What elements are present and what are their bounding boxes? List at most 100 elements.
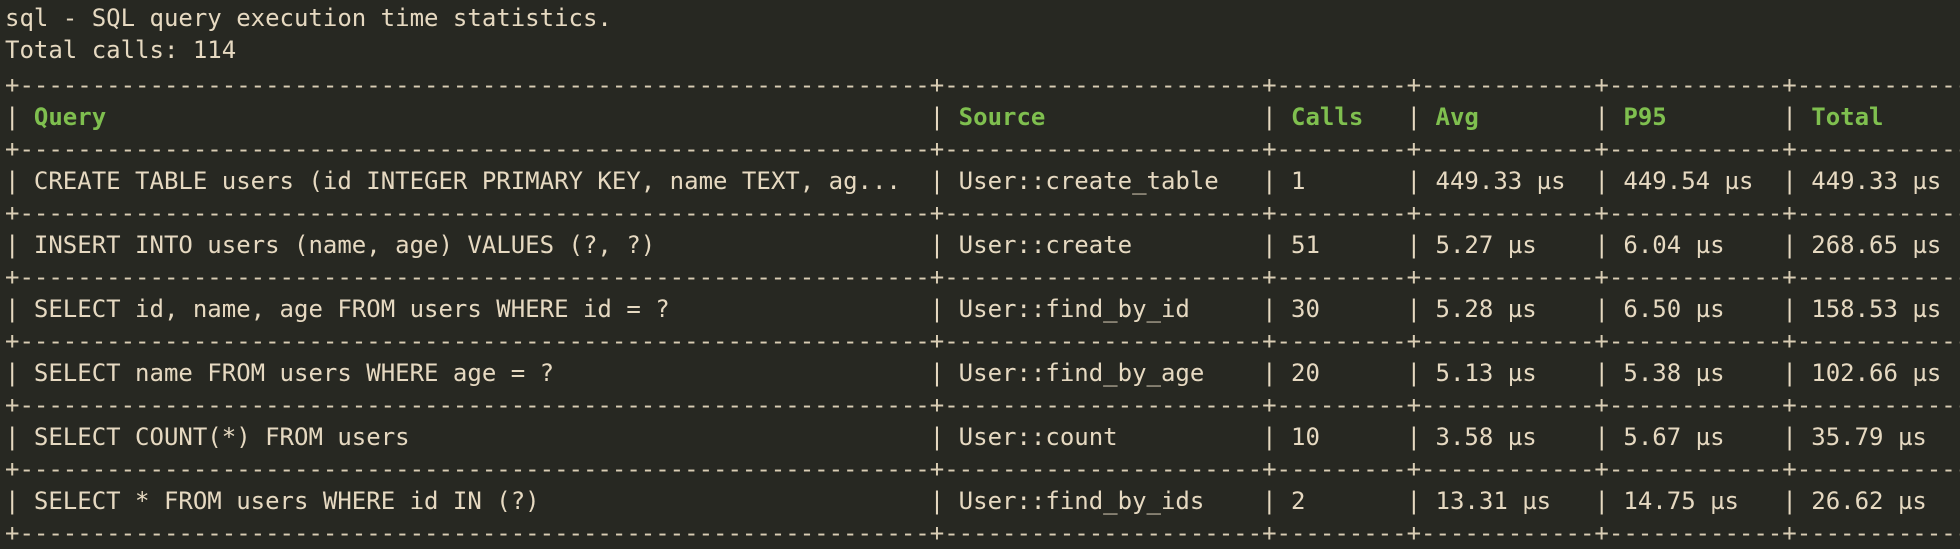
table-cell: 268.65 µs bbox=[1811, 231, 1956, 259]
column-header: Source bbox=[958, 103, 1248, 131]
table-cell: 14.75 µs bbox=[1623, 487, 1768, 515]
column-divider: | bbox=[1262, 423, 1292, 451]
table-cell: 5.67 µs bbox=[1623, 423, 1768, 451]
table-cell: 6.04 µs bbox=[1623, 231, 1768, 259]
table-cell: 35.79 µs bbox=[1811, 423, 1956, 451]
table-cell: 2 bbox=[1291, 487, 1393, 515]
table-cell: 13.31 µs bbox=[1435, 487, 1581, 515]
column-header: Total bbox=[1811, 103, 1956, 131]
column-divider: | bbox=[1594, 231, 1624, 259]
table-separator: +---------------------------------------… bbox=[5, 71, 1960, 99]
table-row: | SELECT id, name, age FROM users WHERE … bbox=[5, 293, 1960, 325]
table-row: | INSERT INTO users (name, age) VALUES (… bbox=[5, 229, 1960, 261]
column-divider: | bbox=[1594, 359, 1624, 387]
table-row: | SELECT COUNT(*) FROM users | User::cou… bbox=[5, 421, 1960, 453]
column-divider: | bbox=[1782, 359, 1812, 387]
table-cell: INSERT INTO users (name, age) VALUES (?,… bbox=[33, 231, 916, 259]
column-divider: | bbox=[1262, 231, 1292, 259]
table-cell: 51 bbox=[1291, 231, 1393, 259]
column-divider: | bbox=[1594, 487, 1624, 515]
column-divider: | bbox=[1262, 167, 1292, 195]
table-cell: 6.50 µs bbox=[1623, 295, 1768, 323]
column-divider: | bbox=[5, 103, 34, 131]
column-divider: | bbox=[1594, 423, 1624, 451]
table-cell: User::create_table bbox=[958, 167, 1248, 195]
table-header-row: | Query | Source | Calls | Avg | P95 | T… bbox=[5, 101, 1960, 133]
column-divider: | bbox=[1782, 295, 1812, 323]
column-divider: | bbox=[5, 231, 34, 259]
table-cell: 449.54 µs bbox=[1623, 167, 1768, 195]
table-cell: 5.38 µs bbox=[1623, 359, 1768, 387]
column-divider: | bbox=[5, 487, 34, 515]
column-divider: | bbox=[1782, 487, 1812, 515]
table-cell: 20 bbox=[1291, 359, 1393, 387]
table-separator: +---------------------------------------… bbox=[5, 455, 1960, 483]
table-cell: SELECT name FROM users WHERE age = ? bbox=[33, 359, 916, 387]
column-divider: | bbox=[5, 423, 34, 451]
table-cell: 1 bbox=[1291, 167, 1393, 195]
column-divider: | bbox=[1782, 167, 1812, 195]
table-row: | SELECT * FROM users WHERE id IN (?) | … bbox=[5, 485, 1960, 517]
column-divider: | bbox=[1262, 295, 1292, 323]
column-divider: | bbox=[5, 295, 34, 323]
column-divider: | bbox=[929, 359, 959, 387]
column-divider: | bbox=[1262, 103, 1292, 131]
column-divider: | bbox=[1406, 167, 1436, 195]
table-cell: SELECT COUNT(*) FROM users bbox=[33, 423, 916, 451]
table-separator: +---------------------------------------… bbox=[5, 391, 1960, 419]
table-cell: 30 bbox=[1291, 295, 1393, 323]
column-divider: | bbox=[929, 423, 959, 451]
table-cell: User::find_by_id bbox=[958, 295, 1248, 323]
table-cell: 5.27 µs bbox=[1435, 231, 1581, 259]
column-divider: | bbox=[1406, 231, 1436, 259]
column-header: Avg bbox=[1435, 103, 1581, 131]
column-divider: | bbox=[929, 167, 959, 195]
column-divider: | bbox=[5, 359, 34, 387]
table-cell: SELECT id, name, age FROM users WHERE id… bbox=[33, 295, 916, 323]
table-cell: 102.66 µs bbox=[1811, 359, 1956, 387]
column-divider: | bbox=[1406, 295, 1436, 323]
total-calls: Total calls: 114 bbox=[5, 36, 237, 64]
table-separator: +---------------------------------------… bbox=[5, 519, 1960, 547]
column-divider: | bbox=[929, 295, 959, 323]
table-cell: 5.13 µs bbox=[1435, 359, 1581, 387]
terminal-window: sql - SQL query execution time statistic… bbox=[0, 0, 1960, 547]
column-divider: | bbox=[1782, 103, 1812, 131]
table-cell: 449.33 µs bbox=[1811, 167, 1956, 195]
table-separator: +---------------------------------------… bbox=[5, 135, 1960, 163]
table-cell: User::find_by_ids bbox=[958, 487, 1248, 515]
stats-table: +---------------------------------------… bbox=[5, 69, 1960, 549]
column-divider: | bbox=[1406, 103, 1436, 131]
table-separator: +---------------------------------------… bbox=[5, 263, 1960, 291]
table-cell: 158.53 µs bbox=[1811, 295, 1956, 323]
column-divider: | bbox=[5, 167, 34, 195]
column-divider: | bbox=[1406, 487, 1436, 515]
column-divider: | bbox=[1406, 359, 1436, 387]
table-row: | CREATE TABLE users (id INTEGER PRIMARY… bbox=[5, 165, 1960, 197]
column-divider: | bbox=[1262, 487, 1292, 515]
column-divider: | bbox=[929, 103, 959, 131]
report-title: sql - SQL query execution time statistic… bbox=[5, 4, 612, 32]
column-divider: | bbox=[1406, 423, 1436, 451]
column-header: Query bbox=[33, 103, 916, 131]
table-cell: User::count bbox=[958, 423, 1248, 451]
column-divider: | bbox=[1594, 295, 1624, 323]
table-cell: CREATE TABLE users (id INTEGER PRIMARY K… bbox=[33, 167, 916, 195]
column-divider: | bbox=[929, 231, 959, 259]
column-divider: | bbox=[1782, 231, 1812, 259]
table-separator: +---------------------------------------… bbox=[5, 327, 1960, 355]
table-cell: 3.58 µs bbox=[1435, 423, 1581, 451]
table-separator: +---------------------------------------… bbox=[5, 199, 1960, 227]
column-divider: | bbox=[1594, 103, 1624, 131]
table-cell: 26.62 µs bbox=[1811, 487, 1956, 515]
table-cell: User::find_by_age bbox=[958, 359, 1248, 387]
column-header: P95 bbox=[1623, 103, 1768, 131]
column-header: Calls bbox=[1291, 103, 1393, 131]
column-divider: | bbox=[929, 487, 959, 515]
column-divider: | bbox=[1262, 359, 1292, 387]
table-cell: 5.28 µs bbox=[1435, 295, 1581, 323]
table-cell: User::create bbox=[958, 231, 1248, 259]
table-cell: SELECT * FROM users WHERE id IN (?) bbox=[33, 487, 916, 515]
table-cell: 449.33 µs bbox=[1435, 167, 1581, 195]
table-row: | SELECT name FROM users WHERE age = ? |… bbox=[5, 357, 1960, 389]
